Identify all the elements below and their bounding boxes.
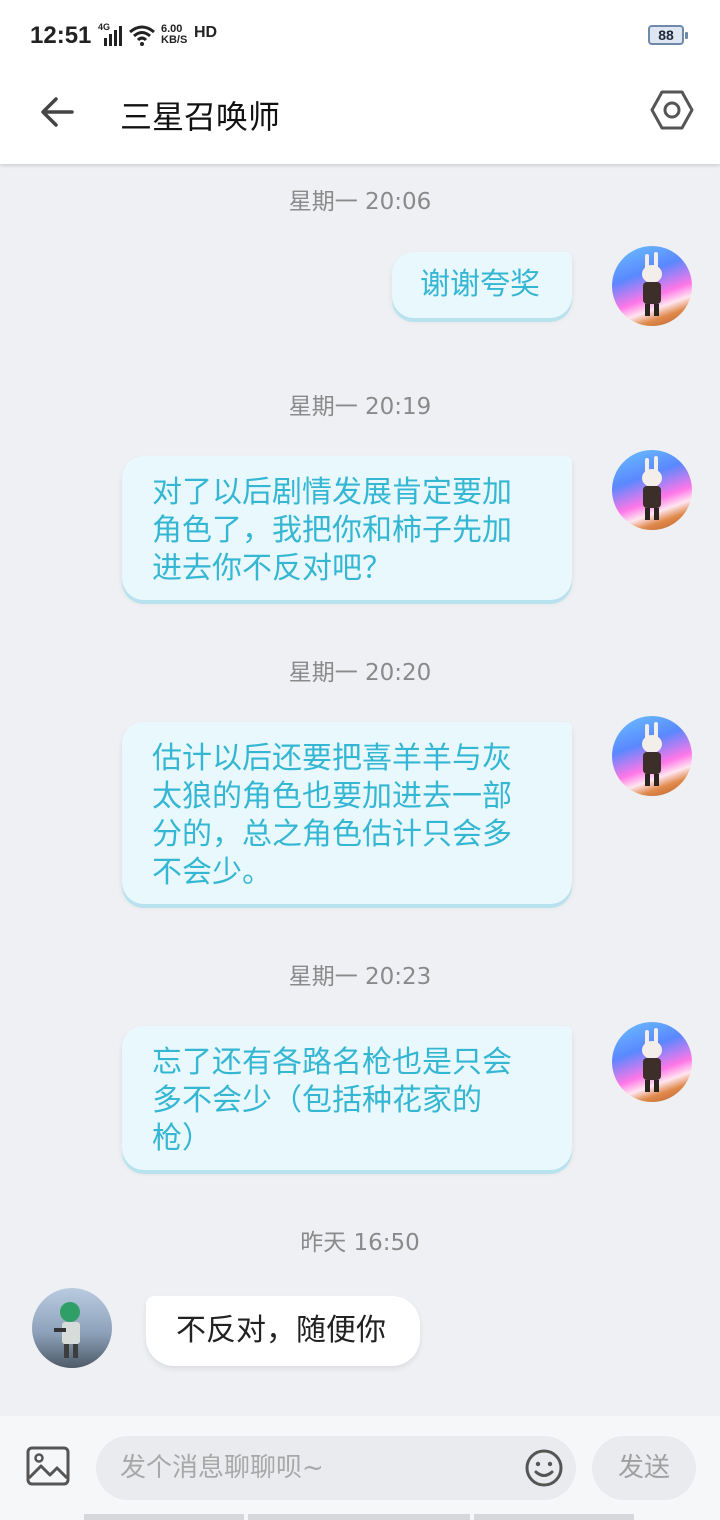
message-line: 分的，总之角色估计只会多 xyxy=(152,817,512,852)
message-line: 进去你不反对吧？ xyxy=(152,551,392,586)
nav-hint-bar xyxy=(474,1514,634,1520)
avatar-character-icon xyxy=(642,722,662,786)
avatar-character-icon xyxy=(642,456,662,520)
message-bubble[interactable]: 对了以后剧情发展肯定要加 角色了，我把你和柿子先加 进去你不反对吧？ xyxy=(122,456,572,600)
message-line: 不会少。 xyxy=(152,855,272,890)
back-arrow-icon[interactable] xyxy=(36,90,80,134)
message-timestamp: 星期一 20:06 xyxy=(288,189,432,215)
message-timestamp: 星期一 20:19 xyxy=(288,394,432,420)
emoji-icon[interactable] xyxy=(524,1448,564,1488)
avatar-character-icon xyxy=(642,252,662,316)
status-bar: 12:51 4G 6.00 KB/S HD 88 xyxy=(0,0,720,72)
message-bubble[interactable]: 忘了还有各路名枪也是只会 多不会少（包括种花家的 枪） xyxy=(122,1026,572,1170)
nav-hint-bar xyxy=(248,1514,470,1520)
avatar[interactable] xyxy=(612,716,692,796)
message-line: 估计以后还要把喜羊羊与灰 xyxy=(152,741,512,776)
battery-icon: 88 xyxy=(648,25,688,45)
speed-unit: KB/S xyxy=(161,34,188,46)
nav-hint-bar xyxy=(84,1514,244,1520)
message-line: 枪） xyxy=(152,1121,212,1156)
message-bubble[interactable]: 估计以后还要把喜羊羊与灰 太狼的角色也要加进去一部 分的，总之角色估计只会多 不… xyxy=(122,722,572,904)
signal-icon xyxy=(104,26,122,46)
send-button[interactable]: 发送 xyxy=(592,1436,696,1500)
message-line: 多不会少（包括种花家的 xyxy=(152,1083,482,1118)
message-input[interactable] xyxy=(96,1436,576,1500)
message-timestamp: 昨天 16:50 xyxy=(300,1230,420,1256)
avatar-soldier-icon xyxy=(54,1302,80,1358)
avatar[interactable] xyxy=(612,450,692,530)
message-line: 对了以后剧情发展肯定要加 xyxy=(152,475,512,510)
message-line: 忘了还有各路名枪也是只会 xyxy=(152,1045,512,1080)
chat-header: 三星召唤师 xyxy=(0,72,720,164)
message-timestamp: 星期一 20:20 xyxy=(288,660,432,686)
avatar[interactable] xyxy=(612,1022,692,1102)
message-text: 谢谢夸奖 xyxy=(420,267,540,302)
image-picker-icon[interactable] xyxy=(26,1446,70,1486)
page-title: 三星召唤师 xyxy=(120,98,281,136)
network-speed: 6.00 KB/S xyxy=(161,24,187,46)
avatar[interactable] xyxy=(612,246,692,326)
message-timestamp: 星期一 20:23 xyxy=(288,964,432,990)
message-line: 角色了，我把你和柿子先加 xyxy=(152,513,512,548)
message-text: 不反对，随便你 xyxy=(176,1313,386,1348)
status-time: 12:51 xyxy=(30,22,92,49)
wifi-icon xyxy=(129,25,155,46)
message-bubble[interactable]: 谢谢夸奖 xyxy=(392,252,572,318)
message-line: 太狼的角色也要加进去一部 xyxy=(152,779,512,814)
settings-hexagon-icon[interactable] xyxy=(650,88,694,132)
avatar[interactable] xyxy=(32,1288,112,1368)
hd-badge: HD xyxy=(194,24,218,41)
avatar-character-icon xyxy=(642,1028,662,1092)
message-bubble[interactable]: 不反对，随便你 xyxy=(146,1296,420,1366)
